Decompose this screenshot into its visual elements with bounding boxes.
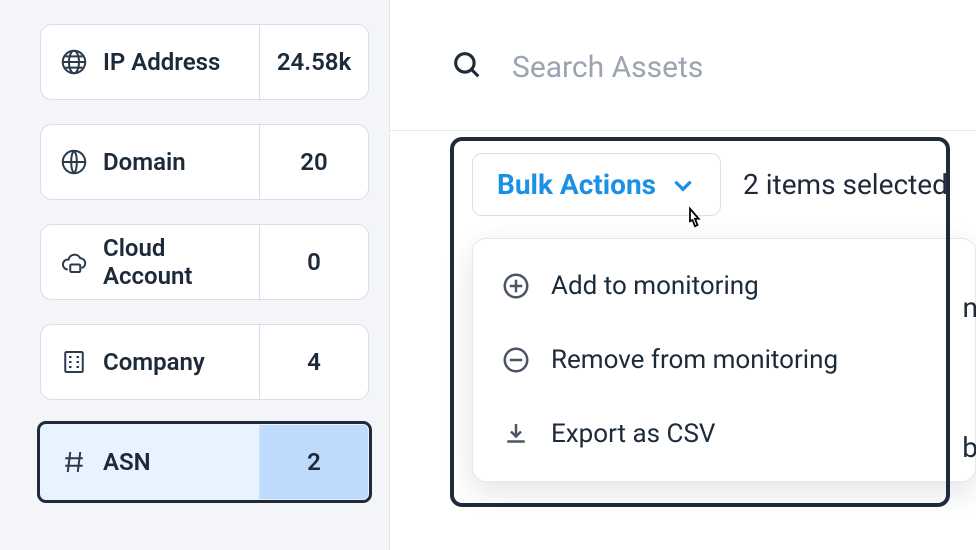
cloud-icon xyxy=(59,247,89,277)
sidebar-item-label: Cloud Account xyxy=(103,234,241,290)
sidebar-item-label: IP Address xyxy=(103,48,220,76)
pointer-cursor-icon xyxy=(680,205,710,239)
sidebar-item-count: 24.58k xyxy=(260,25,368,99)
menu-item-remove-monitoring[interactable]: Remove from monitoring xyxy=(473,323,975,397)
bulk-actions-button[interactable]: Bulk Actions xyxy=(472,153,721,216)
menu-item-label: Export as CSV xyxy=(551,419,715,449)
sidebar-item-count: 4 xyxy=(260,325,368,399)
selection-count-text: 2 items selected xyxy=(743,168,948,201)
sidebar-item-label: Company xyxy=(103,348,205,376)
sidebar-item-label: ASN xyxy=(103,448,151,476)
sidebar-item-ip-address[interactable]: IP Address 24.58k xyxy=(40,24,369,100)
sidebar-item-count: 0 xyxy=(260,225,368,299)
building-icon xyxy=(59,347,89,377)
sidebar-item-cloud-account[interactable]: Cloud Account 0 xyxy=(40,224,369,300)
search-icon xyxy=(450,48,484,86)
menu-item-add-monitoring[interactable]: Add to monitoring xyxy=(473,249,975,323)
menu-item-label: Add to monitoring xyxy=(551,271,759,301)
menu-item-label: Remove from monitoring xyxy=(551,345,838,375)
sidebar-item-label: Domain xyxy=(103,148,186,176)
globe-icon xyxy=(59,47,89,77)
edge-fragment: n xyxy=(963,291,976,324)
menu-item-export-csv[interactable]: Export as CSV xyxy=(473,397,975,471)
sidebar-item-count: 20 xyxy=(260,125,368,199)
search-placeholder: Search Assets xyxy=(512,50,703,85)
download-icon xyxy=(501,419,531,449)
plus-circle-icon xyxy=(501,271,531,301)
sidebar-item-company[interactable]: Company 4 xyxy=(40,324,369,400)
chevron-down-icon xyxy=(670,172,696,198)
hash-icon xyxy=(59,447,89,477)
search-input[interactable]: Search Assets xyxy=(390,0,976,130)
minus-circle-icon xyxy=(501,345,531,375)
sidebar-item-asn[interactable]: ASN 2 xyxy=(40,424,369,500)
sidebar-item-count: 2 xyxy=(260,425,368,499)
bulk-actions-menu: Add to monitoring Remove from monitoring… xyxy=(472,238,976,482)
edge-fragment: b xyxy=(962,431,976,464)
category-sidebar: IP Address 24.58k Domain 20 Cloud Accoun… xyxy=(0,0,389,550)
sidebar-item-domain[interactable]: Domain 20 xyxy=(40,124,369,200)
main-panel: Search Assets Bulk Actions 2 items selec… xyxy=(389,0,976,550)
bulk-actions-label: Bulk Actions xyxy=(497,168,656,201)
world-icon xyxy=(59,147,89,177)
